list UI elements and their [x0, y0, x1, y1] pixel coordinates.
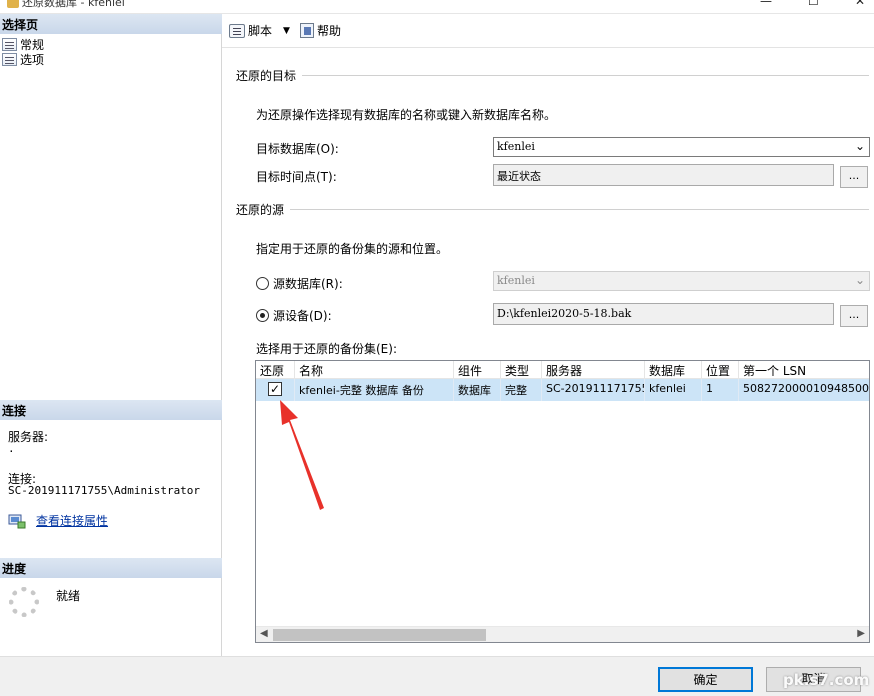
- position-cell: 1: [702, 379, 739, 401]
- page-icon: [2, 53, 17, 66]
- target-db-value: kfenlei: [497, 140, 535, 153]
- target-db-combo[interactable]: kfenlei ⌄: [493, 137, 870, 157]
- target-time-label: 目标时间点(T):: [256, 170, 337, 184]
- target-description: 为还原操作选择现有数据库的名称或键入新数据库名称。: [256, 108, 557, 122]
- chevron-down-icon[interactable]: ⌄: [855, 273, 865, 287]
- progress-spinner-icon: [9, 587, 39, 617]
- nav-item-options[interactable]: 选项: [2, 51, 44, 68]
- group-divider: [290, 209, 869, 210]
- scroll-thumb[interactable]: [273, 629, 486, 641]
- scroll-left-icon[interactable]: ◀: [260, 628, 268, 639]
- title-bar: 还原数据库 - kfenlei — ☐ ✕: [0, 0, 874, 14]
- component-cell: 数据库: [454, 379, 501, 401]
- view-connection-properties-link[interactable]: 查看连接属性: [36, 512, 108, 529]
- target-group-title: 还原的目标: [236, 69, 297, 83]
- left-pane: 选择页 常规 选项 连接 服务器: . 连接: SC-201911171755\…: [0, 14, 222, 656]
- source-db-value: kfenlei: [497, 274, 535, 287]
- progress-header: 进度: [0, 558, 222, 578]
- help-label: 帮助: [317, 24, 342, 38]
- target-time-browse-button[interactable]: ...: [840, 166, 868, 188]
- column-header-database[interactable]: 数据库: [645, 361, 702, 379]
- connection-value: SC-201911171755\Administrator: [8, 484, 201, 497]
- source-device-label: 源设备(D):: [273, 309, 332, 323]
- source-db-radio[interactable]: 源数据库(R):: [256, 275, 343, 292]
- view-connection-properties[interactable]: 查看连接属性: [8, 512, 108, 529]
- minimize-button[interactable]: —: [760, 0, 772, 8]
- scroll-right-icon[interactable]: ▶: [857, 628, 865, 639]
- toolbar: 脚本 ▼ 帮助: [222, 14, 874, 48]
- table-row[interactable]: ✓ kfenlei-完整 数据库 备份 数据库 完整 SC-2019111717…: [256, 379, 869, 401]
- column-header-first-lsn[interactable]: 第一个 LSN: [739, 361, 869, 379]
- database-icon: [7, 0, 19, 8]
- horizontal-scrollbar[interactable]: ◀ ▶: [256, 626, 869, 642]
- column-header-server[interactable]: 服务器: [542, 361, 645, 379]
- ok-button[interactable]: 确定: [658, 667, 753, 692]
- backup-sets-label: 选择用于还原的备份集(E):: [256, 342, 397, 356]
- chevron-down-icon[interactable]: ⌄: [855, 139, 865, 153]
- restore-cell[interactable]: ✓: [256, 379, 295, 401]
- database-cell: kfenlei: [645, 379, 702, 401]
- server-cell: SC-201911171755: [542, 379, 645, 401]
- column-header-position[interactable]: 位置: [702, 361, 739, 379]
- dialog-footer: 确定 取消: [0, 656, 874, 696]
- backup-sets-grid[interactable]: 还原 名称 组件 类型 服务器 数据库 位置 第一个 LSN ✓ kfenlei…: [255, 360, 870, 643]
- page-icon: [2, 38, 17, 51]
- source-device-browse-button[interactable]: ...: [840, 305, 868, 327]
- source-device-radio[interactable]: 源设备(D):: [256, 307, 332, 324]
- name-cell: kfenlei-完整 数据库 备份: [295, 379, 454, 401]
- column-header-component[interactable]: 组件: [454, 361, 501, 379]
- source-group-title: 还原的源: [236, 203, 285, 217]
- radio-button[interactable]: [256, 277, 269, 290]
- radio-button-selected[interactable]: [256, 309, 269, 322]
- script-label: 脚本: [248, 24, 273, 38]
- script-button[interactable]: 脚本 ▼: [229, 22, 290, 39]
- group-divider: [302, 75, 869, 76]
- target-db-label: 目标数据库(O):: [256, 142, 339, 156]
- target-time-field[interactable]: 最近状态: [493, 164, 834, 186]
- help-button[interactable]: 帮助: [300, 22, 341, 39]
- help-icon: [300, 23, 314, 38]
- restore-checkbox[interactable]: ✓: [268, 382, 282, 396]
- column-header-restore[interactable]: 还原: [256, 361, 295, 379]
- window-title: 还原数据库 - kfenlei: [22, 0, 125, 9]
- chevron-down-icon[interactable]: ▼: [283, 26, 290, 36]
- column-header-name[interactable]: 名称: [295, 361, 454, 379]
- source-db-label: 源数据库(R):: [273, 277, 343, 291]
- grid-header: 还原 名称 组件 类型 服务器 数据库 位置 第一个 LSN: [256, 361, 869, 379]
- connection-header: 连接: [0, 400, 222, 420]
- close-button[interactable]: ✕: [855, 0, 865, 8]
- watermark-logo: pk.s7.com: [783, 671, 870, 689]
- progress-status: 就绪: [56, 589, 81, 603]
- connection-properties-icon: [8, 514, 26, 528]
- source-device-field[interactable]: D:\kfenlei2020-5-18.bak: [493, 303, 834, 325]
- server-value: .: [8, 442, 15, 455]
- select-page-header: 选择页: [0, 14, 222, 34]
- source-db-combo[interactable]: kfenlei ⌄: [493, 271, 870, 291]
- first-lsn-cell: 50827200001094850008: [739, 379, 869, 401]
- script-icon: [229, 23, 245, 38]
- nav-item-label: 选项: [20, 53, 45, 67]
- type-cell: 完整: [501, 379, 542, 401]
- maximize-button[interactable]: ☐: [808, 0, 819, 8]
- source-description: 指定用于还原的备份集的源和位置。: [256, 242, 449, 256]
- column-header-type[interactable]: 类型: [501, 361, 542, 379]
